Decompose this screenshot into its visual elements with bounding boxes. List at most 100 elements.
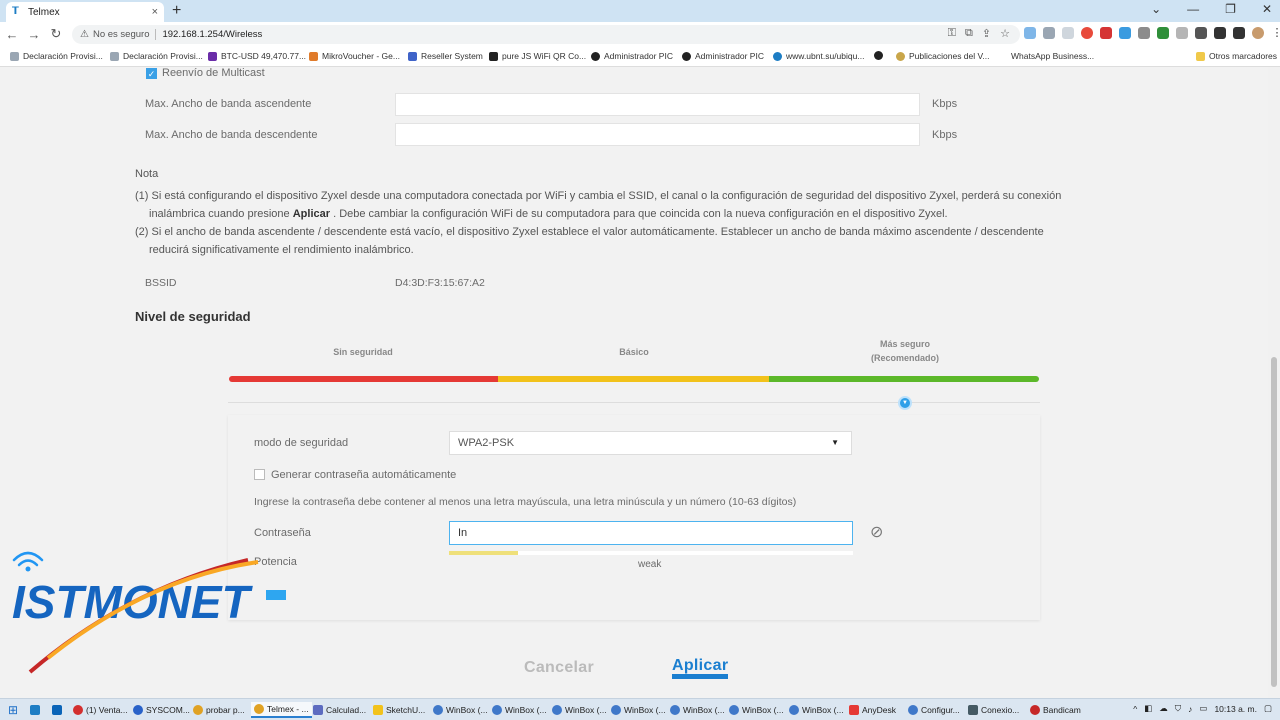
taskbar-item[interactable]: SketchU... xyxy=(373,702,425,718)
browser-tab[interactable]: 𝗧 Telmex × xyxy=(6,2,164,22)
istmonet-logo: ISTMONET xyxy=(12,551,286,674)
extension-icon[interactable] xyxy=(1081,27,1093,39)
translate-icon[interactable]: ⧉ xyxy=(965,27,973,40)
bookmark-item[interactable]: Reseller System xyxy=(408,51,483,61)
tab-close-icon[interactable]: × xyxy=(152,6,158,18)
new-tab-button[interactable]: + xyxy=(172,2,181,20)
taskbar-item[interactable]: AnyDesk xyxy=(849,702,896,718)
level-basic[interactable]: Básico xyxy=(498,345,770,359)
multicast-checkbox[interactable]: ✓ xyxy=(146,68,157,79)
network-icon[interactable]: ◧ xyxy=(1144,703,1152,714)
level-marker-icon[interactable]: ▼ xyxy=(898,396,912,410)
extension-icon[interactable] xyxy=(1176,27,1188,39)
bookmark-item[interactable]: BTC-USD 49,470.77... xyxy=(208,51,306,61)
shield-icon[interactable]: ⛉ xyxy=(1175,703,1181,714)
multicast-label: Reenvío de Multicast xyxy=(162,67,265,79)
taskbar-item[interactable]: Telmex - ... xyxy=(251,702,312,718)
max-up-input[interactable] xyxy=(395,93,920,116)
restore-icon[interactable]: ❐ xyxy=(1225,2,1236,16)
note-2: (2) Si el ancho de banda ascendente / de… xyxy=(135,226,1044,238)
extension-icon[interactable] xyxy=(1043,27,1055,39)
puzzle-icon[interactable] xyxy=(1214,27,1226,39)
level-best[interactable]: Más seguro (Recomendado) xyxy=(770,337,1040,365)
bookmark-item[interactable]: Administrador PIC xyxy=(682,51,764,61)
eye-slash-icon[interactable]: ⊘ xyxy=(870,522,883,542)
bookmark-item[interactable]: Declaración Provisi... xyxy=(10,51,103,61)
battery-icon[interactable]: ▭ xyxy=(1199,703,1207,714)
extension-icon[interactable] xyxy=(1100,27,1112,39)
extension-icon[interactable] xyxy=(1024,27,1036,39)
auto-password-checkbox[interactable] xyxy=(254,469,265,480)
page-scrollbar[interactable] xyxy=(1268,67,1280,698)
taskbar-item[interactable]: Configur... xyxy=(908,702,960,718)
url-text[interactable]: 192.168.1.254/Wireless xyxy=(162,29,262,40)
taskbar-item[interactable]: Conexio... xyxy=(968,702,1019,718)
outlook-icon[interactable] xyxy=(52,702,65,718)
address-bar[interactable]: ⚠ No es seguro 192.168.1.254/Wireless ⚿ … xyxy=(72,25,1020,44)
bssid-value: D4:3D:F3:15:67:A2 xyxy=(395,277,485,289)
security-level-title: Nivel de seguridad xyxy=(135,309,251,324)
other-bookmarks[interactable]: Otros marcadores xyxy=(1196,51,1277,61)
chevron-down-icon: ▼ xyxy=(831,438,839,447)
taskbar-item[interactable]: WinBox (... xyxy=(552,702,607,718)
taskbar-item[interactable]: Calculad... xyxy=(313,702,366,718)
reload-icon[interactable]: ↻ xyxy=(46,26,66,42)
taskbar-item[interactable]: Bandicam xyxy=(1030,702,1081,718)
speaker-icon[interactable]: ♪ xyxy=(1188,704,1192,714)
notifications-icon[interactable]: ▢ xyxy=(1264,703,1272,714)
cloud-icon[interactable]: ☁ xyxy=(1159,703,1168,714)
max-down-input[interactable] xyxy=(395,123,920,146)
strength-fill xyxy=(449,551,518,555)
key-icon[interactable]: ⚿ xyxy=(948,27,956,40)
bookmark-item[interactable]: www.ubnt.su/ubiqu... xyxy=(773,51,864,61)
scrollbar-thumb[interactable] xyxy=(1271,357,1277,687)
close-window-icon[interactable]: ✕ xyxy=(1262,2,1272,16)
bookmark-item[interactable]: Administrador PIC xyxy=(591,51,673,61)
clock[interactable]: 10:13 a. m. xyxy=(1214,704,1257,714)
bookmark-item[interactable]: Publicaciones del V... xyxy=(896,51,990,61)
bookmark-item[interactable]: MikroVoucher - Ge... xyxy=(309,51,400,61)
pdf-icon[interactable] xyxy=(1195,27,1207,39)
sidebar-icon[interactable] xyxy=(1233,27,1245,39)
warning-icon[interactable]: ⚠ xyxy=(80,29,89,40)
taskbar-item[interactable]: WinBox (... xyxy=(670,702,725,718)
extension-icon[interactable] xyxy=(1119,27,1131,39)
taskbar-item[interactable]: WinBox (... xyxy=(492,702,547,718)
taskbar-item[interactable]: probar p... xyxy=(193,702,245,718)
taskbar-item[interactable]: WinBox (... xyxy=(789,702,844,718)
avatar[interactable] xyxy=(1252,27,1264,39)
password-strength-bar xyxy=(449,551,853,555)
bookmark-item[interactable] xyxy=(874,51,887,60)
mail-icon[interactable] xyxy=(30,702,43,718)
forward-icon[interactable]: → xyxy=(24,27,44,42)
start-icon[interactable]: ⊞ xyxy=(8,702,18,718)
cancel-button[interactable]: Cancelar xyxy=(524,659,594,677)
apply-button[interactable]: Aplicar xyxy=(672,658,729,679)
share-icon[interactable]: ⇪ xyxy=(982,27,991,40)
bookmark-item[interactable]: WhatsApp Business... xyxy=(998,51,1094,61)
taskbar-item[interactable]: (1) Venta... xyxy=(73,702,128,718)
menu-icon[interactable]: ⋮ xyxy=(1271,27,1280,39)
taskbar-item[interactable]: SYSCOM... xyxy=(133,702,190,718)
level-none[interactable]: Sin seguridad xyxy=(228,345,498,359)
extension-icon[interactable] xyxy=(1062,27,1074,39)
taskbar-item[interactable]: WinBox (... xyxy=(611,702,666,718)
level-bar-none xyxy=(229,376,498,382)
tab-search-icon[interactable]: ⌄ xyxy=(1151,2,1161,16)
bookmark-item[interactable]: pure JS WiFi QR Co... xyxy=(489,51,586,61)
tab-title: Telmex xyxy=(28,6,60,18)
taskbar-item[interactable]: WinBox (... xyxy=(729,702,784,718)
taskbar-item[interactable]: WinBox (... xyxy=(433,702,488,718)
minimize-icon[interactable]: — xyxy=(1187,2,1199,16)
back-icon[interactable]: ← xyxy=(2,27,22,42)
download-icon[interactable] xyxy=(1157,27,1169,39)
max-down-label: Max. Ancho de banda descendente xyxy=(145,129,318,141)
note-title: Nota xyxy=(135,168,159,180)
bookmark-item[interactable]: Declaración Provisi... xyxy=(110,51,203,61)
chevron-up-icon[interactable]: ^ xyxy=(1133,704,1137,714)
bookmark-star-icon[interactable]: ☆ xyxy=(1000,27,1010,40)
note-1-cont: inalámbrica cuando presione Aplicar . De… xyxy=(149,208,948,220)
password-input[interactable]: In xyxy=(449,521,853,545)
extension-icon[interactable] xyxy=(1138,27,1150,39)
security-mode-select[interactable]: WPA2-PSK ▼ xyxy=(449,431,852,455)
